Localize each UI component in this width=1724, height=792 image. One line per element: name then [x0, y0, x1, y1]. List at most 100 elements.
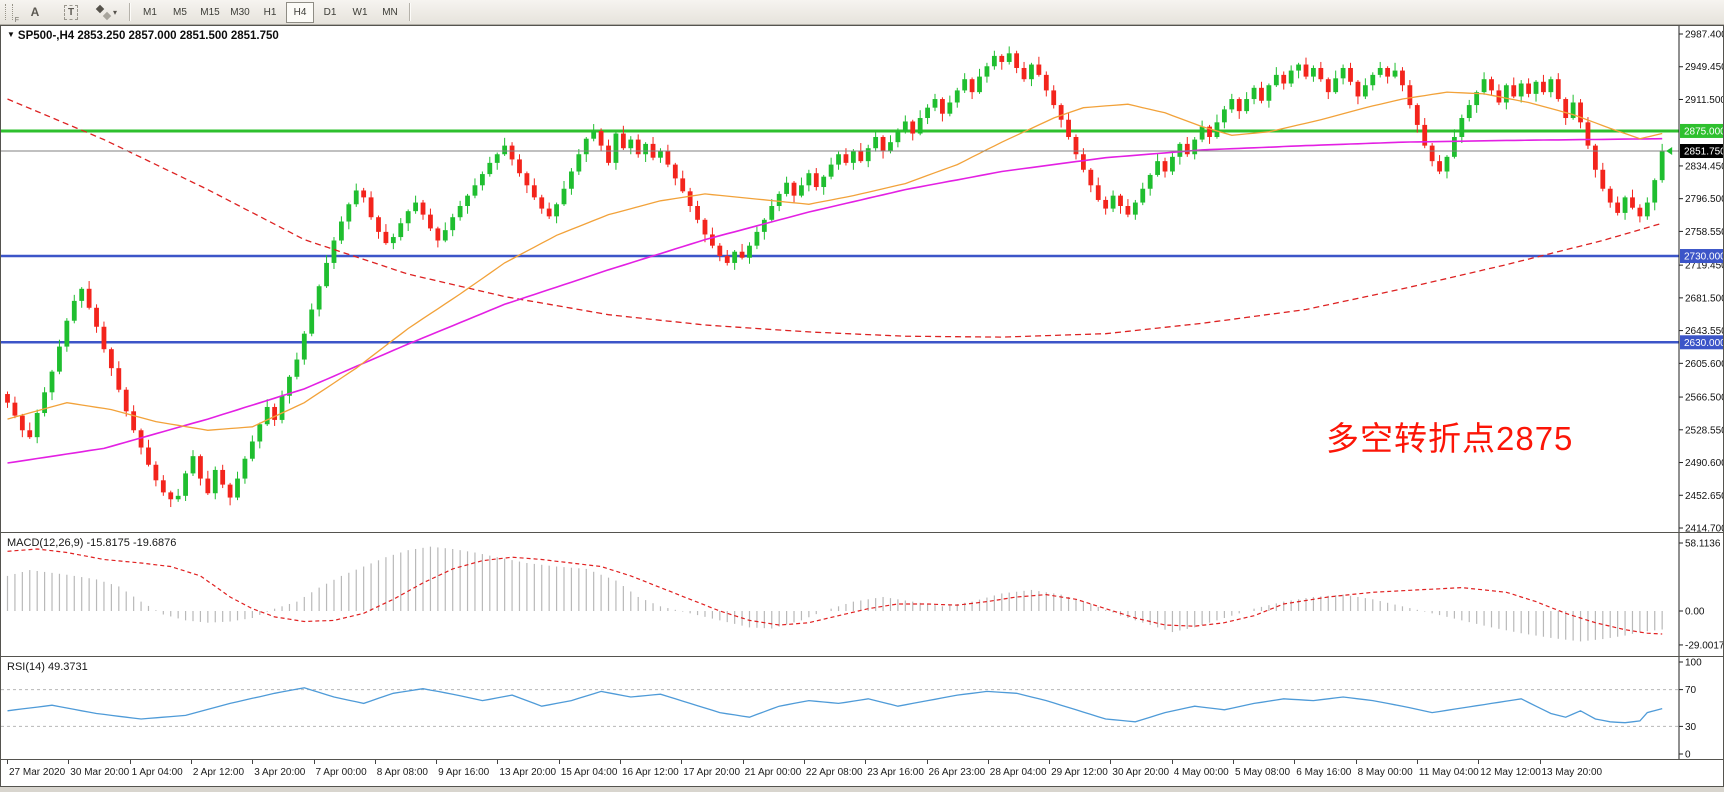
- axis-tick-label: 100: [1685, 658, 1702, 669]
- time-tick: [559, 760, 560, 764]
- time-axis[interactable]: 27 Mar 202030 Mar 20:001 Apr 04:002 Apr …: [1, 759, 1723, 786]
- axis-tick-label: 2681.500: [1685, 293, 1723, 304]
- mt4-terminal: F A T ▾ M1M5M15M30H1H4D1W1MN 2987.400 294…: [0, 0, 1724, 792]
- time-label: 2 Apr 12:00: [193, 767, 244, 778]
- timeframe-mn[interactable]: MN: [376, 2, 404, 23]
- toolbar: F A T ▾ M1M5M15M30H1H4D1W1MN: [0, 0, 1724, 25]
- time-label: 26 Apr 23:00: [929, 767, 986, 778]
- chart-title: ▼SP500-,H4 2853.250 2857.000 2851.500 28…: [7, 30, 279, 42]
- time-tick: [988, 760, 989, 764]
- time-tick: [191, 760, 192, 764]
- axis-tick-label: -29.0017: [1685, 640, 1723, 651]
- macd-signal-line: [8, 549, 1663, 634]
- timeframe-h4[interactable]: H4: [286, 2, 314, 23]
- axis-tick-label: 2452.650: [1685, 491, 1723, 502]
- timeframe-m15[interactable]: M15: [196, 2, 224, 23]
- macd-label: MACD(12,26,9) -15.8175 -19.6876: [7, 537, 176, 549]
- rsi-chart[interactable]: 100 70 30 0: [1, 656, 1723, 759]
- time-label: 11 May 04:00: [1419, 767, 1479, 778]
- time-label: 1 Apr 04:00: [132, 767, 183, 778]
- time-label: 9 Apr 16:00: [438, 767, 489, 778]
- time-label: 12 May 12:00: [1480, 767, 1541, 778]
- time-tick: [1356, 760, 1357, 764]
- time-tick: [743, 760, 744, 764]
- time-label: 13 Apr 20:00: [499, 767, 556, 778]
- time-tick: [7, 760, 8, 764]
- timeframe-m1[interactable]: M1: [136, 2, 164, 23]
- time-label: 29 Apr 12:00: [1051, 767, 1108, 778]
- price-badge-label: 2851.750: [1684, 147, 1723, 158]
- axis-tick-label: 58.1136: [1685, 539, 1721, 550]
- axis-tick-label: 2796.500: [1685, 194, 1723, 205]
- axis-tick-label: 2987.400: [1685, 30, 1723, 41]
- time-tick: [681, 760, 682, 764]
- label-tool-icon: A: [31, 5, 40, 19]
- toolbar-separator: [129, 3, 131, 21]
- axis-tick-label: 2528.550: [1685, 425, 1723, 436]
- axis-tick-label: 2834.450: [1685, 161, 1723, 172]
- macd-chart[interactable]: 58.1136 0.00 -29.0017: [1, 532, 1723, 656]
- toolbar-separator: [409, 3, 411, 21]
- axis-tick-label: 2490.600: [1685, 458, 1723, 469]
- time-label: 30 Mar 20:00: [70, 767, 129, 778]
- time-tick: [375, 760, 376, 764]
- ma-slow-red: [8, 99, 1663, 337]
- chart-window: 2987.400 2949.450 2911.500 2834.450 2796.500…: [0, 25, 1724, 787]
- axis-tick-label: 70: [1685, 685, 1697, 696]
- arrows-icon: [97, 6, 110, 19]
- symbol-dropdown-icon: ▼: [7, 30, 15, 39]
- time-tick: [252, 760, 253, 764]
- time-label: 15 Apr 04:00: [561, 767, 618, 778]
- time-tick: [130, 760, 131, 764]
- macd-histogram: [8, 547, 1663, 642]
- timeframe-m30[interactable]: M30: [226, 2, 254, 23]
- window-bottom-edge: [0, 787, 1724, 792]
- axis-tick-label: 2605.600: [1685, 359, 1723, 370]
- axis-tick-label: 2566.500: [1685, 393, 1723, 404]
- axis-tick-label: 0: [1685, 750, 1691, 760]
- price-badge-label: 2630.000: [1684, 338, 1723, 349]
- timeframe-m5[interactable]: M5: [166, 2, 194, 23]
- time-label: 21 Apr 00:00: [745, 767, 802, 778]
- chart-title-text: SP500-,H4 2853.250 2857.000 2851.500 285…: [18, 30, 279, 42]
- timeframe-h1[interactable]: H1: [256, 2, 284, 23]
- toolbar-grip-label: F: [15, 17, 19, 24]
- chevron-down-icon: ▾: [113, 8, 117, 17]
- timeframe-group: M1M5M15M30H1H4D1W1MN: [135, 2, 405, 23]
- toolbar-grip[interactable]: F: [5, 4, 13, 20]
- arrows-tool-button[interactable]: ▾: [90, 1, 124, 23]
- time-tick: [1294, 760, 1295, 764]
- price-pointer-icon: [1666, 147, 1672, 155]
- time-tick: [1478, 760, 1479, 764]
- time-label: 3 Apr 20:00: [254, 767, 305, 778]
- text-tool-button[interactable]: T: [54, 1, 88, 23]
- axis-tick-label: 0.00: [1685, 607, 1705, 618]
- time-tick: [68, 760, 69, 764]
- time-label: 8 Apr 08:00: [377, 767, 428, 778]
- time-label: 22 Apr 08:00: [806, 767, 863, 778]
- time-label: 8 May 00:00: [1358, 767, 1413, 778]
- time-label: 16 Apr 12:00: [622, 767, 679, 778]
- time-label: 30 Apr 20:00: [1112, 767, 1169, 778]
- time-label: 4 May 00:00: [1174, 767, 1229, 778]
- axis-tick-label: 30: [1685, 722, 1697, 733]
- rsi-line: [8, 688, 1663, 723]
- label-tool-button[interactable]: A: [18, 1, 52, 23]
- time-tick: [620, 760, 621, 764]
- time-label: 6 May 16:00: [1296, 767, 1351, 778]
- annotation-text[interactable]: 多空转折点2875: [1326, 412, 1573, 460]
- ma-fast-orange: [8, 92, 1663, 430]
- time-tick: [865, 760, 866, 764]
- time-tick: [1049, 760, 1050, 764]
- time-label: 17 Apr 20:00: [683, 767, 740, 778]
- timeframe-d1[interactable]: D1: [316, 2, 344, 23]
- time-label: 23 Apr 16:00: [867, 767, 924, 778]
- time-label: 7 Apr 00:00: [316, 767, 367, 778]
- time-label: 28 Apr 04:00: [990, 767, 1047, 778]
- axis-tick-label: 2949.450: [1685, 62, 1723, 73]
- price-badge-label: 2730.000: [1684, 252, 1723, 263]
- axis-tick-label: 2911.500: [1685, 95, 1723, 106]
- timeframe-w1[interactable]: W1: [346, 2, 374, 23]
- time-tick: [1540, 760, 1541, 764]
- time-label: 13 May 20:00: [1542, 767, 1603, 778]
